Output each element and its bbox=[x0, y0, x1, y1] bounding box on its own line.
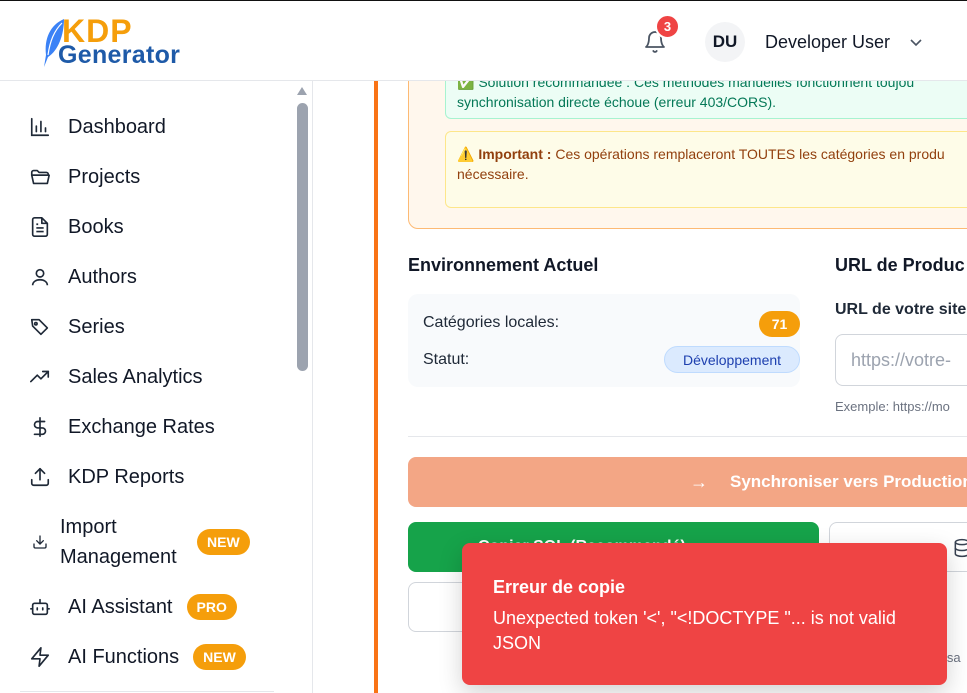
important-label: Important : bbox=[478, 146, 552, 162]
sidebar-item-dashboard[interactable]: Dashboard bbox=[28, 112, 166, 142]
database-icon bbox=[954, 538, 967, 558]
sidebar-item-label: Dashboard bbox=[68, 115, 166, 138]
pro-badge: PRO bbox=[186, 594, 237, 620]
kdp-generator-logo[interactable]: KDP Generator bbox=[40, 13, 200, 71]
sidebar-item-label: Exchange Rates bbox=[68, 415, 215, 438]
chevron-down-icon[interactable] bbox=[909, 35, 923, 49]
local-categories-count: 71 bbox=[759, 311, 800, 337]
recommended-solution-note: ✅ Solution recommandée : Ces méthodes ma… bbox=[445, 81, 967, 119]
dollar-icon bbox=[28, 415, 52, 439]
top-header: KDP Generator 3 DU Developer User bbox=[0, 0, 967, 81]
sidebar-item-label: Authors bbox=[68, 265, 137, 288]
sidebar-item-label: AI Functions bbox=[68, 645, 180, 668]
sidebar-item-series[interactable]: Series bbox=[28, 312, 125, 342]
sidebar-divider bbox=[20, 691, 274, 692]
section-divider bbox=[408, 436, 967, 437]
sidebar-item-label: Series bbox=[68, 315, 125, 338]
sidebar-item-kdp-reports[interactable]: KDP Reports bbox=[28, 462, 184, 492]
avatar[interactable]: DU bbox=[705, 22, 745, 62]
user-name[interactable]: Developer User bbox=[765, 32, 890, 53]
scroll-up-arrow[interactable] bbox=[297, 87, 307, 95]
sidebar-item-label: Projects bbox=[68, 165, 141, 188]
sidebar-item-sales-analytics[interactable]: Sales Analytics bbox=[28, 362, 203, 392]
sidebar: Dashboard Projects Books Authors Series bbox=[0, 81, 313, 693]
environment-card: Catégories locales: 71 Statut: Développe… bbox=[408, 294, 800, 387]
important-text: Ces opérations remplaceront TOUTES les c… bbox=[555, 146, 945, 162]
notification-badge: 3 bbox=[655, 14, 680, 39]
trending-up-icon bbox=[28, 365, 52, 389]
new-badge: NEW bbox=[197, 529, 250, 555]
sync-button-label: Synchroniser vers Production bbox=[730, 472, 967, 491]
status-label: Statut: bbox=[423, 351, 470, 368]
toast-message: Unexpected token '<', "<!DOCTYPE "... is… bbox=[493, 608, 896, 653]
sidebar-item-import-management[interactable]: Import Management NEW bbox=[28, 512, 250, 572]
recommended-solution-text-2: synchronisation directe échoue (erreur 4… bbox=[457, 94, 777, 110]
zap-icon bbox=[28, 645, 52, 669]
toast-title: Erreur de copie bbox=[493, 577, 626, 597]
recommended-solution-text: ✅ Solution recommandée : Ces méthodes ma… bbox=[457, 81, 915, 90]
status-badge: Développement bbox=[664, 346, 800, 373]
sidebar-item-label: KDP Reports bbox=[68, 465, 185, 488]
app-root: KDP Generator 3 DU Developer User Dashbo… bbox=[0, 0, 967, 693]
important-note: ⚠️ Important : Ces opérations remplacero… bbox=[445, 131, 967, 208]
upload-icon bbox=[28, 465, 52, 489]
sidebar-item-label: Import Management bbox=[60, 516, 177, 568]
sidebar-item-exchange-rates[interactable]: Exchange Rates bbox=[28, 412, 215, 442]
document-icon bbox=[28, 215, 52, 239]
sidebar-item-authors[interactable]: Authors bbox=[28, 262, 137, 292]
local-categories-label: Catégories locales: bbox=[423, 314, 560, 331]
logo-text-generator: Generator bbox=[58, 41, 181, 69]
sidebar-item-ai-assistant[interactable]: AI Assistant PRO bbox=[28, 592, 237, 622]
site-url-input[interactable] bbox=[835, 334, 967, 386]
environment-title: Environnement Actuel bbox=[408, 255, 599, 275]
sidebar-item-ai-functions[interactable]: AI Functions NEW bbox=[28, 642, 246, 672]
arrow-right-icon: → bbox=[690, 471, 708, 492]
production-url-title: URL de Produc bbox=[835, 255, 965, 275]
bot-icon bbox=[28, 595, 52, 619]
bar-chart-icon bbox=[28, 115, 52, 139]
sidebar-item-projects[interactable]: Projects bbox=[28, 162, 140, 192]
sidebar-scrollbar-thumb[interactable] bbox=[297, 103, 308, 371]
site-url-label: URL de votre site bbox=[835, 301, 967, 318]
sync-to-production-button[interactable]: → Synchroniser vers Production bbox=[408, 457, 967, 507]
error-toast[interactable]: Erreur de copie Unexpected token '<', "<… bbox=[462, 543, 947, 685]
url-example-hint: Exemple: https://mo bbox=[835, 399, 950, 414]
warning-icon: ⚠️ bbox=[457, 146, 475, 162]
new-badge: NEW bbox=[193, 644, 246, 670]
folder-icon bbox=[28, 165, 52, 189]
user-icon bbox=[28, 265, 52, 289]
important-text-2: nécessaire. bbox=[457, 166, 529, 182]
accent-border bbox=[374, 81, 378, 693]
sidebar-item-label: Books bbox=[68, 215, 124, 238]
tags-icon bbox=[28, 315, 52, 339]
download-icon bbox=[28, 530, 52, 554]
sidebar-item-label: AI Assistant bbox=[68, 595, 173, 618]
sidebar-item-books[interactable]: Books bbox=[28, 212, 124, 242]
sidebar-item-label: Sales Analytics bbox=[68, 365, 203, 388]
